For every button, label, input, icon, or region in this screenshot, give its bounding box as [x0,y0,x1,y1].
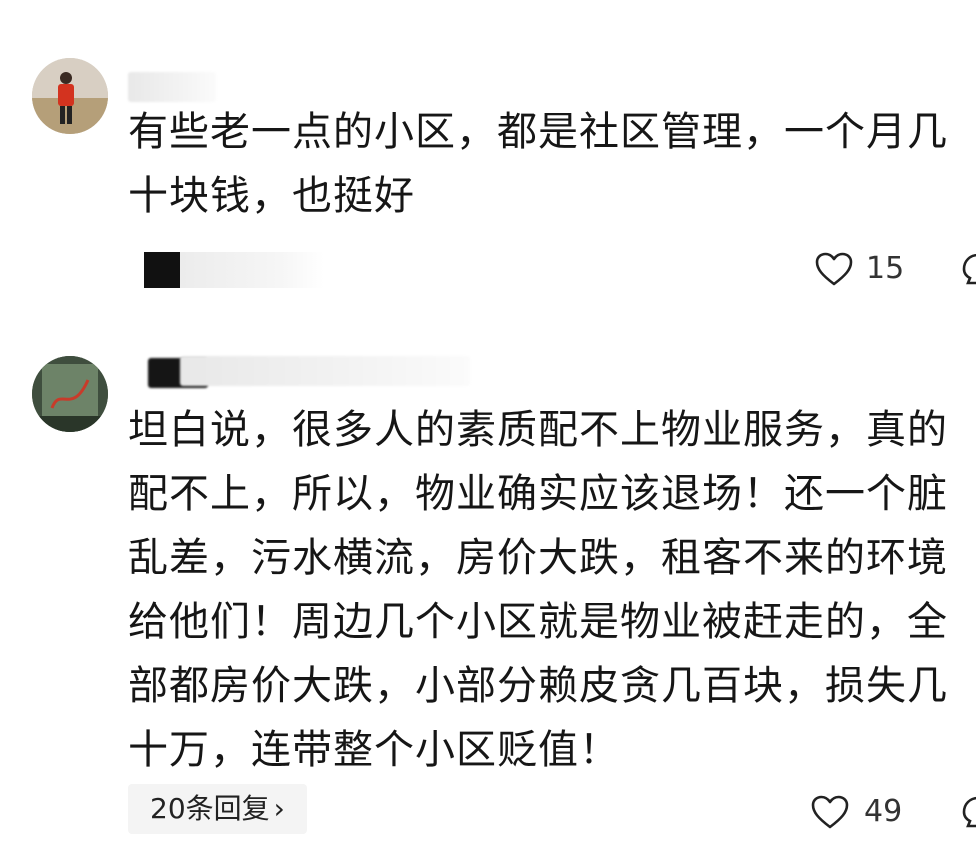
comment-text: 有些老一点的小区，都是社区管理，一个月几十块钱，也挺好 [128,109,948,219]
view-replies-button[interactable]: 20条回复 › [128,784,307,834]
redacted-meta-text [180,252,324,288]
username-redacted[interactable] [180,356,470,386]
avatar-image [32,58,108,134]
replies-label: 20条回复 [150,792,270,825]
heart-outline-icon[interactable] [810,794,850,830]
avatar[interactable] [32,356,108,432]
chevron-right-icon: › [273,792,285,825]
avatar[interactable] [32,58,108,134]
redacted-meta-block [144,252,180,288]
like-count: 15 [866,251,905,286]
username-redacted[interactable] [128,72,216,102]
comment-item: 坦白说，很多人的素质配不上物业服务，真的配不上，所以，物业确实应该退场！还一个脏… [0,320,976,864]
comment-text: 坦白说，很多人的素质配不上物业服务，真的配不上，所以，物业确实应该退场！还一个脏… [128,407,948,773]
comment-item: 有些老一点的小区，都是社区管理，一个月几十块钱，也挺好 15 [0,0,976,320]
avatar-image [32,356,108,432]
comment-icon-partial[interactable] [960,251,976,287]
heart-outline-icon[interactable] [814,251,854,287]
comment-icon-partial[interactable] [960,794,976,830]
like-count: 49 [864,794,903,829]
